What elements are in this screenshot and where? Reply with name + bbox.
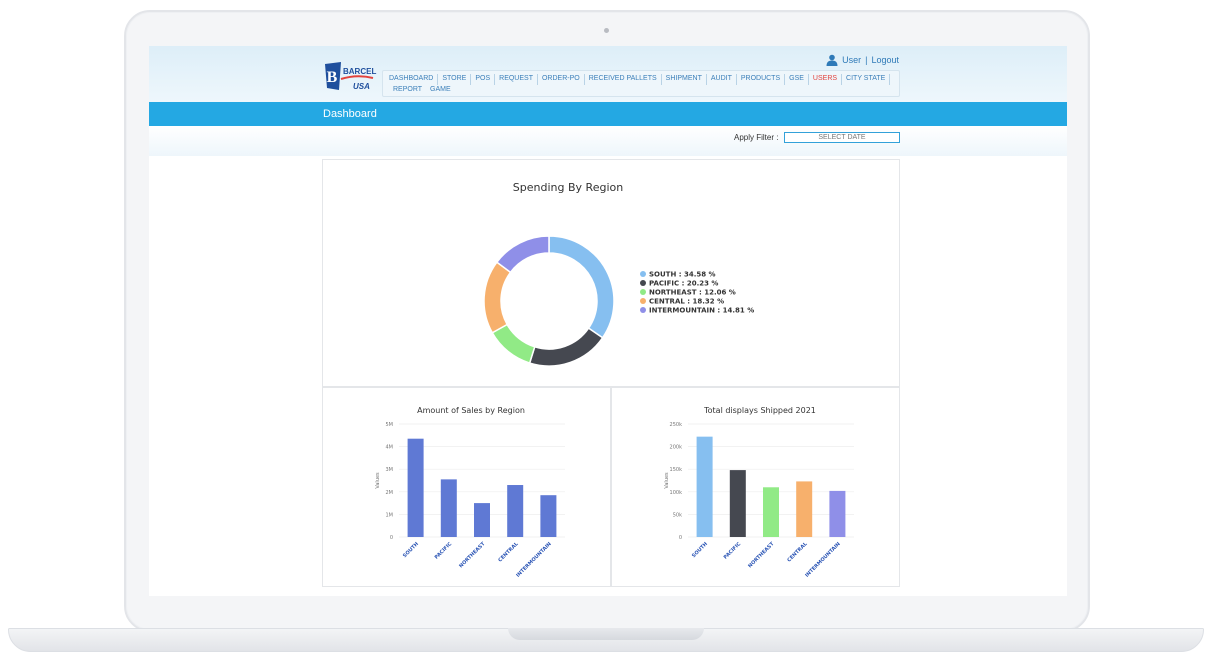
nav-item-gse[interactable]: GSE bbox=[785, 74, 809, 85]
donut-slice-intermountain[interactable] bbox=[495, 235, 550, 274]
sales-title: Amount of Sales by Region bbox=[417, 406, 525, 415]
nav-item-audit[interactable]: AUDIT bbox=[707, 74, 737, 85]
legend-label-central: CENTRAL : 18.32 % bbox=[649, 298, 724, 306]
filter-area: Apply Filter : SELECT DATE bbox=[149, 126, 1067, 156]
nav-item-products[interactable]: PRODUCTS bbox=[737, 74, 786, 85]
nav-item-users[interactable]: USERS bbox=[809, 74, 843, 85]
displays-ylabel: Values bbox=[664, 472, 670, 489]
displays-shipped-panel: Total displays Shipped 2021 0 50k 100k 150k 2… bbox=[611, 387, 900, 587]
displays-bar-pacific[interactable] bbox=[729, 470, 746, 537]
sales-ytick-label: 2M bbox=[386, 490, 394, 496]
displays-xtick-label: PACIFIC bbox=[723, 541, 743, 561]
legend-marker-south bbox=[640, 271, 646, 277]
sales-xtick-label: CENTRAL bbox=[497, 541, 520, 564]
camera-icon bbox=[604, 28, 609, 33]
legend-marker-intermountain bbox=[640, 307, 646, 313]
donut-slice-pacific[interactable] bbox=[528, 327, 604, 367]
legend-label-northeast: NORTHEAST : 12.06 % bbox=[649, 289, 736, 297]
displays-xtick-label: CENTRAL bbox=[786, 541, 809, 564]
nav-item-received-pallets[interactable]: RECEIVED PALLETS bbox=[585, 74, 662, 85]
sales-bar-northeast[interactable] bbox=[474, 503, 490, 537]
sales-ylabel: Values bbox=[375, 472, 381, 489]
displays-bar-intermountain[interactable] bbox=[829, 490, 846, 537]
svg-text:B: B bbox=[327, 69, 338, 86]
sales-ytick-label: 5M bbox=[386, 422, 394, 428]
displays-bar-chart: Total displays Shipped 2021 0 50k 100k 150k 2… bbox=[664, 406, 854, 579]
displays-ytick-label: 50k bbox=[673, 512, 682, 518]
displays-ytick-label: 0 bbox=[679, 535, 682, 541]
sales-xtick-label: NORTHEAST bbox=[458, 541, 487, 570]
sales-xtick-label: SOUTH bbox=[402, 541, 420, 559]
logo-text-usa: USA bbox=[353, 82, 370, 91]
sales-ytick-label: 0 bbox=[390, 535, 393, 541]
main-nav: DASHBOARD STORE POS REQUEST ORDER-PO RECEIVED… bbox=[382, 70, 900, 97]
legend-marker-pacific bbox=[640, 280, 646, 286]
displays-title: Total displays Shipped 2021 bbox=[703, 406, 816, 415]
user-icon bbox=[826, 54, 838, 66]
displays-xtick-label: INTERMOUNTAIN bbox=[804, 541, 842, 579]
nav-item-report[interactable]: REPORT bbox=[389, 85, 426, 96]
sales-bar-intermountain[interactable] bbox=[540, 495, 557, 537]
logo-text-barcel: BARCEL bbox=[343, 67, 376, 76]
displays-xtick-label: NORTHEAST bbox=[747, 541, 776, 570]
sales-xtick-label: INTERMOUNTAIN bbox=[515, 541, 553, 579]
displays-xtick-label: SOUTH bbox=[691, 541, 709, 559]
laptop-notch bbox=[508, 628, 704, 640]
nav-item-order-po[interactable]: ORDER-PO bbox=[538, 74, 585, 85]
legend-marker-central bbox=[640, 298, 646, 304]
sales-ytick-label: 4M bbox=[386, 445, 394, 451]
displays-bar-south[interactable] bbox=[696, 436, 713, 537]
nav-item-pos[interactable]: POS bbox=[471, 74, 496, 85]
sales-ytick-label: 1M bbox=[386, 512, 394, 518]
nav-item-city-state[interactable]: CITY STATE bbox=[842, 74, 891, 85]
barcel-logo[interactable]: B BARCEL USA bbox=[323, 60, 377, 94]
spending-donut-chart: Spending By Region SOUTH : 34.58 %PACIFIC… bbox=[483, 181, 754, 367]
legend-label-intermountain: INTERMOUNTAIN : 14.81 % bbox=[649, 307, 754, 315]
nav-item-request[interactable]: REQUEST bbox=[495, 74, 538, 85]
sales-by-region-panel: Amount of Sales by Region 0 1M 2M 3M 4M 5M Valu… bbox=[322, 387, 611, 587]
sales-bar-chart: Amount of Sales by Region 0 1M 2M 3M 4M 5M Valu… bbox=[375, 406, 565, 579]
displays-ytick-label: 250k bbox=[670, 422, 683, 428]
page-title-bar: Dashboard bbox=[149, 102, 1067, 126]
page-title: Dashboard bbox=[323, 108, 377, 120]
sales-bar-pacific[interactable] bbox=[440, 479, 457, 537]
donut-slice-south[interactable] bbox=[548, 235, 615, 339]
sales-xtick-label: PACIFIC bbox=[434, 541, 454, 561]
displays-bar-central[interactable] bbox=[796, 481, 813, 537]
app-header: B BARCEL USA User | Logout DASHBOARD STOR… bbox=[149, 46, 1067, 102]
displays-bar-northeast[interactable] bbox=[763, 487, 779, 537]
date-filter-input[interactable]: SELECT DATE bbox=[784, 132, 900, 143]
nav-item-store[interactable]: STORE bbox=[438, 74, 472, 85]
user-area: User | Logout bbox=[826, 54, 899, 66]
displays-ytick-label: 200k bbox=[670, 445, 683, 451]
donut-slice-central[interactable] bbox=[483, 261, 512, 334]
sales-bar-central[interactable] bbox=[507, 485, 524, 537]
logout-link[interactable]: Logout bbox=[871, 55, 899, 65]
spending-by-region-panel: Spending By Region SOUTH : 34.58 % PACIFIC… bbox=[322, 159, 900, 387]
sales-ytick-label: 3M bbox=[386, 467, 394, 473]
displays-ytick-label: 150k bbox=[670, 467, 683, 473]
legend-label-south: SOUTH : 34.58 % bbox=[649, 271, 716, 279]
filter-label: Apply Filter : bbox=[734, 133, 779, 142]
legend-label-pacific: PACIFIC : 20.23 % bbox=[649, 280, 718, 288]
displays-ytick-label: 100k bbox=[670, 490, 683, 496]
app-screen: B BARCEL USA User | Logout DASHBOARD STOR… bbox=[149, 46, 1067, 596]
legend-marker-northeast bbox=[640, 289, 646, 295]
nav-item-shipment[interactable]: SHIPMENT bbox=[662, 74, 707, 85]
nav-item-dashboard[interactable]: DASHBOARD bbox=[389, 74, 439, 85]
user-separator: | bbox=[865, 55, 868, 65]
user-link[interactable]: User bbox=[842, 55, 861, 65]
donut-title: Spending By Region bbox=[513, 181, 623, 194]
donut-slice-northeast[interactable] bbox=[491, 323, 536, 364]
nav-item-game[interactable]: GAME bbox=[426, 85, 455, 96]
sales-bar-south[interactable] bbox=[407, 438, 424, 537]
